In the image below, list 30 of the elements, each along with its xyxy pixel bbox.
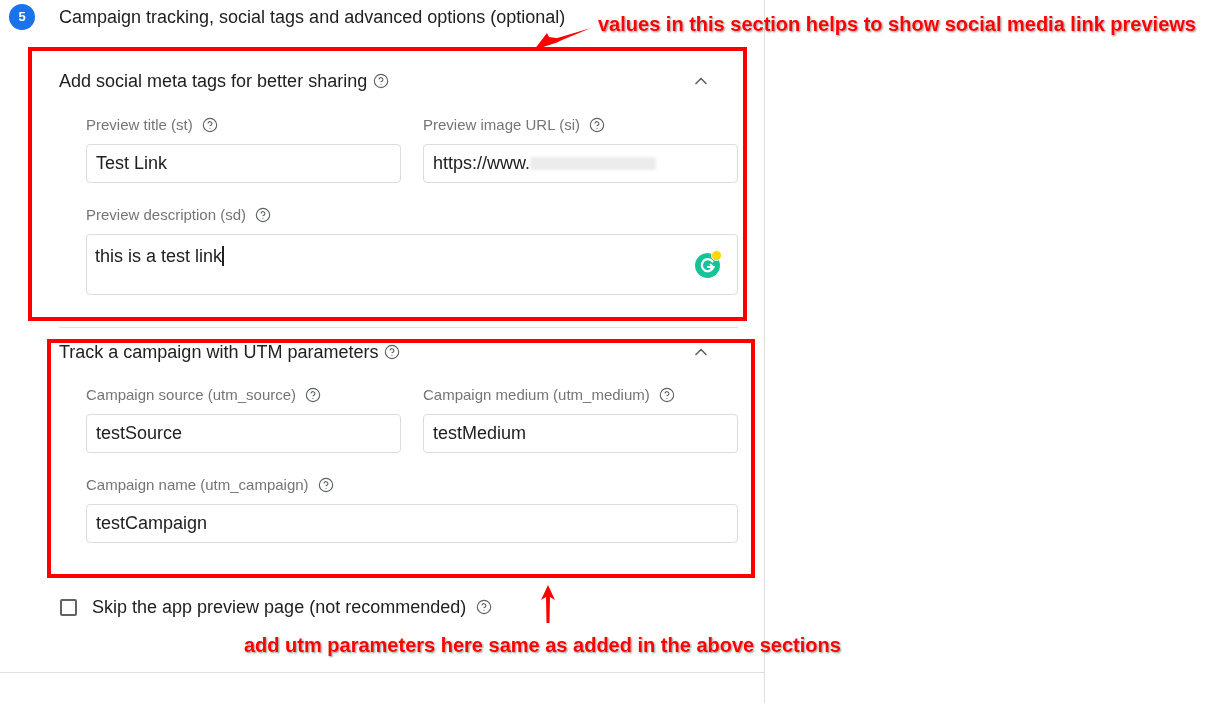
field-label: Preview title (st) (86, 114, 193, 135)
help-icon[interactable] (476, 599, 493, 615)
field-label: Campaign medium (utm_medium) (423, 384, 650, 405)
help-icon[interactable] (384, 344, 401, 360)
field-label: Preview image URL (si) (423, 114, 580, 135)
field-label: Preview description (sd) (86, 204, 247, 225)
field-label: Campaign source (utm_source) (86, 384, 297, 405)
section-title: Add social meta tags for better sharing (59, 69, 368, 93)
help-icon[interactable] (305, 387, 322, 403)
annotation-text: add utm parameters here same as added in the above sections (244, 633, 841, 658)
annotation-arrow (540, 584, 556, 624)
help-icon[interactable] (255, 207, 272, 223)
annotation-text: values in this section helps to show social media link previews (598, 12, 1196, 37)
section-title: Track a campaign with UTM parameters (59, 340, 379, 364)
checkbox[interactable] (60, 598, 77, 616)
checkbox-label: Skip the app preview page (not recommended) (92, 595, 467, 619)
input-field[interactable]: https://www. (423, 144, 738, 183)
input-field[interactable]: testMedium (423, 414, 738, 453)
step-number-badge: 5 (9, 4, 35, 30)
text-area[interactable]: this is a test link (86, 234, 738, 295)
help-icon[interactable] (201, 117, 218, 133)
input-field[interactable]: testCampaign (86, 504, 738, 543)
step-title: Campaign tracking, social tags and advanced options (optional) (59, 6, 566, 28)
help-icon[interactable] (658, 387, 675, 403)
help-icon[interactable] (317, 477, 334, 493)
input-field[interactable]: Test Link (86, 144, 401, 183)
help-icon[interactable] (373, 73, 390, 89)
input-field[interactable]: testSource (86, 414, 401, 453)
help-icon[interactable] (589, 117, 605, 133)
field-label: Campaign name (utm_campaign) (86, 474, 309, 495)
